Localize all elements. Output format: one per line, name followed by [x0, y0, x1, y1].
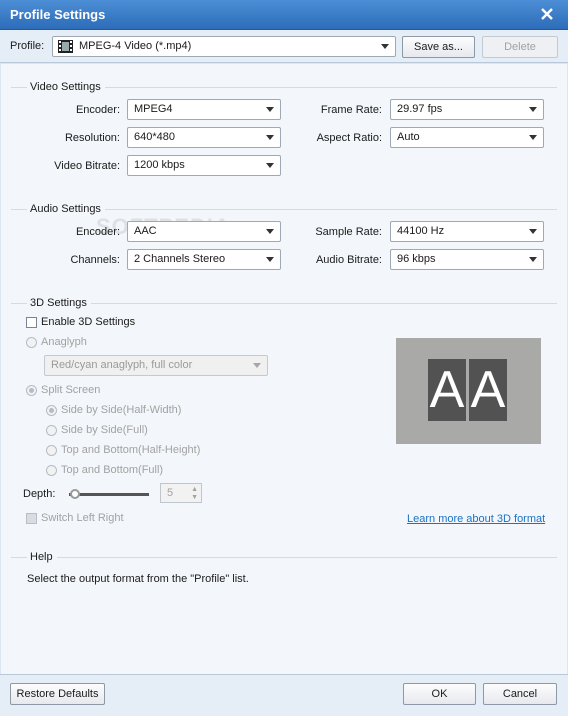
divider — [105, 209, 557, 210]
aspect-ratio-value: Auto — [397, 131, 420, 143]
preview-left-tile: A — [428, 359, 466, 421]
chevron-down-icon — [266, 229, 274, 234]
footer-bar: Restore Defaults OK Cancel — [0, 674, 568, 716]
divider — [11, 303, 27, 304]
chevron-down-icon — [529, 257, 537, 262]
profile-value: MPEG-4 Video (*.mp4) — [79, 40, 192, 52]
anaglyph-mode-select[interactable]: Red/cyan anaglyph, full color — [44, 355, 268, 376]
divider — [105, 87, 557, 88]
depth-label: Depth: — [23, 488, 56, 500]
channels-select[interactable]: 2 Channels Stereo — [127, 249, 281, 270]
video-bitrate-select[interactable]: 1200 kbps — [127, 155, 281, 176]
save-as-button[interactable]: Save as... — [402, 36, 475, 58]
profile-bar: Profile: MPEG-4 Video (*.mp4) Save as...… — [0, 30, 568, 63]
side-by-side-half-radio[interactable] — [46, 405, 57, 416]
switch-left-right-label: Switch Left Right — [41, 512, 124, 524]
divider — [91, 303, 557, 304]
video-bitrate-value: 1200 kbps — [134, 159, 185, 171]
chevron-down-icon — [529, 135, 537, 140]
frame-rate-value: 29.97 fps — [397, 103, 443, 115]
chevron-down-icon — [266, 257, 274, 262]
profile-label: Profile: — [10, 40, 45, 52]
top-bottom-full-label: Top and Bottom(Full) — [61, 464, 164, 476]
side-by-side-full-radio[interactable] — [46, 425, 57, 436]
audio-settings-title: Audio Settings — [30, 203, 101, 215]
sample-rate-label: Sample Rate: — [315, 226, 382, 238]
depth-spinbox[interactable]: 5 ▲ ▼ — [160, 483, 202, 503]
top-bottom-half-radio[interactable] — [46, 445, 57, 456]
profile-select[interactable]: MPEG-4 Video (*.mp4) — [52, 36, 396, 57]
divider — [57, 557, 557, 558]
resolution-select[interactable]: 640*480 — [127, 127, 281, 148]
cancel-button[interactable]: Cancel — [483, 683, 557, 705]
ok-button[interactable]: OK — [403, 683, 476, 705]
sample-rate-select[interactable]: 44100 Hz — [390, 221, 544, 242]
divider — [11, 87, 27, 88]
audio-bitrate-value: 96 kbps — [397, 253, 436, 265]
3d-preview: A A — [396, 338, 541, 444]
side-by-side-full-label: Side by Side(Full) — [61, 424, 148, 436]
chevron-down-icon — [529, 107, 537, 112]
enable-3d-checkbox[interactable] — [26, 317, 37, 328]
anaglyph-radio[interactable] — [26, 337, 37, 348]
frame-rate-label: Frame Rate: — [320, 104, 382, 116]
audio-encoder-label: Encoder: — [75, 226, 120, 238]
title-bar: Profile Settings — [0, 0, 568, 30]
audio-bitrate-select[interactable]: 96 kbps — [390, 249, 544, 270]
preview-right-tile: A — [469, 359, 507, 421]
depth-slider-track[interactable] — [69, 493, 149, 496]
audio-encoder-select[interactable]: AAC — [127, 221, 281, 242]
restore-defaults-button[interactable]: Restore Defaults — [10, 683, 105, 705]
depth-value: 5 — [167, 487, 174, 499]
split-screen-radio[interactable] — [26, 385, 37, 396]
chevron-down-icon — [529, 229, 537, 234]
settings-panel: Video Settings Encoder: MPEG4 Resolution… — [1, 64, 567, 674]
audio-encoder-value: AAC — [134, 225, 157, 237]
video-encoder-select[interactable]: MPEG4 — [127, 99, 281, 120]
chevron-down-icon — [381, 44, 389, 49]
film-icon — [58, 40, 73, 56]
chevron-down-icon — [266, 135, 274, 140]
spin-down-icon[interactable]: ▼ — [191, 494, 198, 501]
top-bottom-full-radio[interactable] — [46, 465, 57, 476]
chevron-down-icon — [266, 107, 274, 112]
sample-rate-value: 44100 Hz — [397, 225, 445, 237]
spin-up-icon[interactable]: ▲ — [191, 486, 198, 493]
resolution-value: 640*480 — [134, 131, 175, 143]
divider — [11, 209, 27, 210]
top-bottom-half-label: Top and Bottom(Half-Height) — [61, 444, 201, 456]
video-encoder-value: MPEG4 — [134, 103, 173, 115]
enable-3d-label: Enable 3D Settings — [41, 316, 136, 328]
video-settings-title: Video Settings — [30, 81, 101, 93]
video-bitrate-label: Video Bitrate: — [54, 160, 120, 172]
window-title: Profile Settings — [10, 7, 106, 22]
channels-value: 2 Channels Stereo — [134, 253, 226, 265]
delete-button[interactable]: Delete — [482, 36, 558, 58]
split-screen-label: Split Screen — [41, 384, 101, 396]
switch-left-right-checkbox[interactable] — [26, 513, 37, 524]
learn-more-link[interactable]: Learn more about 3D format — [407, 513, 545, 525]
3d-settings-title: 3D Settings — [30, 297, 87, 309]
anaglyph-mode-value: Red/cyan anaglyph, full color — [51, 359, 193, 371]
depth-slider-thumb[interactable] — [70, 489, 80, 499]
anaglyph-label: Anaglyph — [41, 336, 87, 348]
video-encoder-label: Encoder: — [75, 104, 120, 116]
chevron-down-icon — [253, 363, 261, 368]
chevron-down-icon — [266, 163, 274, 168]
channels-label: Channels: — [70, 254, 120, 266]
close-icon[interactable] — [538, 5, 556, 23]
aspect-ratio-label: Aspect Ratio: — [316, 132, 382, 144]
divider — [11, 557, 27, 558]
help-title: Help — [30, 551, 53, 563]
side-by-side-half-label: Side by Side(Half-Width) — [61, 404, 182, 416]
help-text: Select the output format from the "Profi… — [27, 573, 249, 585]
frame-rate-select[interactable]: 29.97 fps — [390, 99, 544, 120]
resolution-label: Resolution: — [64, 132, 120, 144]
aspect-ratio-select[interactable]: Auto — [390, 127, 544, 148]
audio-bitrate-label: Audio Bitrate: — [315, 254, 382, 266]
